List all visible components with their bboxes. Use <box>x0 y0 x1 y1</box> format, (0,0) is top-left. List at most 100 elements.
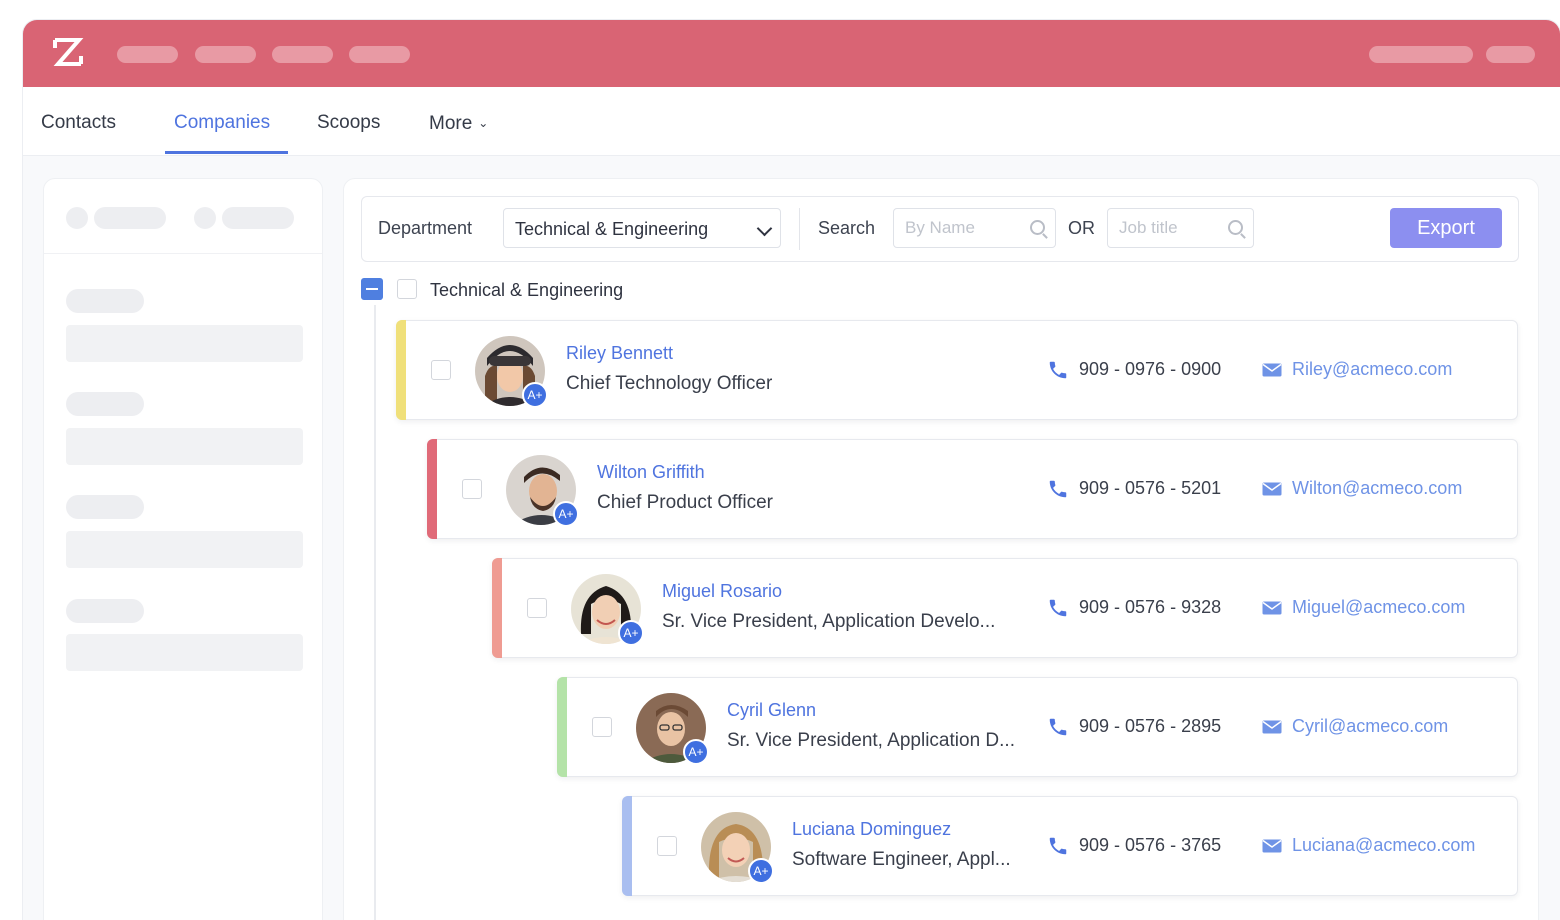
contact-title: Sr. Vice President, Application Develo..… <box>662 611 996 632</box>
contact-email[interactable]: Wilton@acmeco.com <box>1292 478 1462 499</box>
contact-phone[interactable]: 909 - 0976 - 0900 <box>1079 359 1221 380</box>
contact-email[interactable]: Cyril@acmeco.com <box>1292 716 1448 737</box>
skeleton-field <box>66 325 303 362</box>
department-select-value: Technical & Engineering <box>515 219 709 239</box>
contact-checkbox[interactable] <box>657 836 677 856</box>
department-name: Technical & Engineering <box>430 280 624 300</box>
search-icon <box>1030 220 1045 235</box>
contact-phone[interactable]: 909 - 0576 - 9328 <box>1079 597 1221 618</box>
department-select[interactable]: Technical & Engineering <box>503 208 781 248</box>
department-label: Department <box>378 218 473 238</box>
tab-bar: Contacts Companies Scoops More ⌄ <box>23 87 1560 156</box>
app-window: Contacts Companies Scoops More ⌄ Departme… <box>23 20 1560 920</box>
tab-scoops-label: Scoops <box>317 112 381 133</box>
tab-more[interactable]: More ⌄ <box>429 87 488 155</box>
skeleton-dot <box>194 207 216 229</box>
contact-name[interactable]: Cyril Glenn <box>727 700 816 721</box>
score-badge: A+ <box>683 739 709 765</box>
search-icon <box>1228 220 1243 235</box>
level-stripe <box>622 796 632 896</box>
skeleton-field <box>66 634 303 671</box>
phone-icon[interactable] <box>1047 359 1069 381</box>
contact-name[interactable]: Miguel Rosario <box>662 581 782 602</box>
level-stripe <box>396 320 406 420</box>
skeleton-field <box>66 531 303 568</box>
skeleton-pill <box>222 207 294 229</box>
search-label: Search <box>818 218 876 238</box>
nav-placeholder-3[interactable] <box>272 46 333 63</box>
filter-divider <box>799 208 800 250</box>
tab-companies[interactable]: Companies <box>174 87 270 155</box>
top-bar <box>23 20 1560 87</box>
score-badge: A+ <box>748 858 774 884</box>
skeleton-label <box>66 599 144 623</box>
email-icon <box>1262 482 1282 496</box>
contact-card[interactable]: A+ Cyril Glenn Sr. Vice President, Appli… <box>557 677 1518 777</box>
phone-icon[interactable] <box>1047 478 1069 500</box>
skeleton-label <box>66 495 144 519</box>
contact-phone[interactable]: 909 - 0576 - 5201 <box>1079 478 1221 499</box>
level-stripe <box>427 439 437 539</box>
nav-placeholder-4[interactable] <box>349 46 410 63</box>
tab-contacts-label: Contacts <box>41 112 116 133</box>
skeleton-pill <box>94 207 166 229</box>
email-icon <box>1262 601 1282 615</box>
contact-checkbox[interactable] <box>431 360 451 380</box>
contact-checkbox[interactable] <box>592 717 612 737</box>
contact-email[interactable]: Miguel@acmeco.com <box>1292 597 1465 618</box>
skeleton-label <box>66 392 144 416</box>
contact-name[interactable]: Wilton Griffith <box>597 462 705 483</box>
skeleton-divider <box>44 253 322 254</box>
avatar[interactable]: A+ <box>636 693 709 765</box>
contact-card[interactable]: A+ Wilton Griffith Chief Product Officer… <box>427 439 1518 539</box>
contact-title: Sr. Vice President, Application D... <box>727 730 1015 751</box>
profile-placeholder[interactable] <box>1486 46 1535 63</box>
account-placeholder[interactable] <box>1369 46 1473 63</box>
phone-icon[interactable] <box>1047 835 1069 857</box>
tree-connector <box>374 305 376 920</box>
zoominfo-logo-icon[interactable] <box>49 34 87 72</box>
skeleton-dot <box>66 207 88 229</box>
avatar[interactable]: A+ <box>506 455 579 527</box>
export-button[interactable]: Export <box>1390 208 1502 248</box>
nav-placeholder-1[interactable] <box>117 46 178 63</box>
avatar[interactable]: A+ <box>701 812 774 884</box>
contact-email[interactable]: Luciana@acmeco.com <box>1292 835 1475 856</box>
avatar[interactable]: A+ <box>475 336 548 408</box>
score-badge: A+ <box>522 382 548 408</box>
contact-email[interactable]: Riley@acmeco.com <box>1292 359 1452 380</box>
avatar[interactable]: A+ <box>571 574 644 646</box>
contact-card[interactable]: A+ Luciana Dominguez Software Engineer, … <box>622 796 1518 896</box>
chevron-down-icon <box>756 220 773 237</box>
score-badge: A+ <box>553 501 579 527</box>
chevron-down-icon: ⌄ <box>478 116 489 130</box>
contact-title: Chief Technology Officer <box>566 373 773 394</box>
department-checkbox[interactable] <box>397 279 417 299</box>
tab-more-label: More <box>429 113 473 134</box>
level-stripe <box>492 558 502 658</box>
contact-name[interactable]: Riley Bennett <box>566 343 673 364</box>
contact-title: Software Engineer, Appl... <box>792 849 1011 870</box>
tab-contacts[interactable]: Contacts <box>41 87 116 155</box>
contact-phone[interactable]: 909 - 0576 - 3765 <box>1079 835 1221 856</box>
contact-card[interactable]: A+ Riley Bennett Chief Technology Office… <box>396 320 1518 420</box>
score-badge: A+ <box>618 620 644 646</box>
contact-checkbox[interactable] <box>462 479 482 499</box>
contact-phone[interactable]: 909 - 0576 - 2895 <box>1079 716 1221 737</box>
contact-name[interactable]: Luciana Dominguez <box>792 819 951 840</box>
collapse-department-button[interactable] <box>361 278 383 300</box>
or-label: OR <box>1068 218 1095 238</box>
contact-card[interactable]: A+ Miguel Rosario Sr. Vice President, Ap… <box>492 558 1518 658</box>
email-icon <box>1262 839 1282 853</box>
email-icon <box>1262 363 1282 377</box>
filter-bar: Department Technical & Engineering Searc… <box>361 196 1519 262</box>
contact-title: Chief Product Officer <box>597 492 774 513</box>
skeleton-field <box>66 428 303 465</box>
contact-checkbox[interactable] <box>527 598 547 618</box>
tab-scoops[interactable]: Scoops <box>317 87 380 155</box>
skeleton-label <box>66 289 144 313</box>
nav-placeholder-2[interactable] <box>195 46 256 63</box>
phone-icon[interactable] <box>1047 716 1069 738</box>
phone-icon[interactable] <box>1047 597 1069 619</box>
contacts-panel: Department Technical & Engineering Searc… <box>343 178 1539 920</box>
